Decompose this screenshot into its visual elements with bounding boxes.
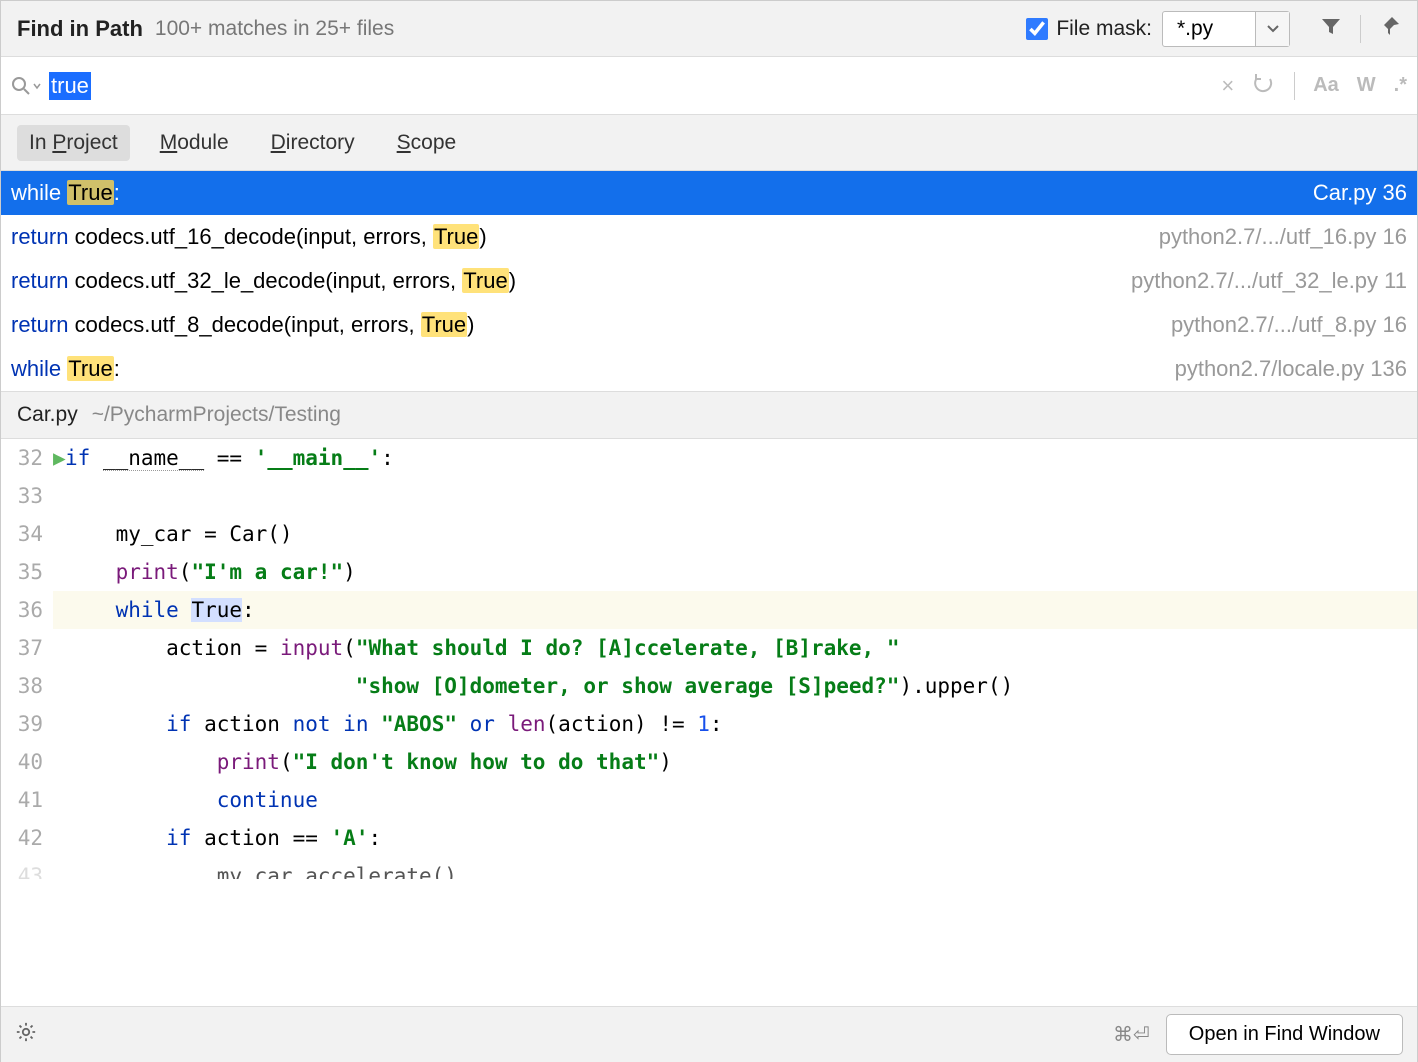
result-row[interactable]: while True:Car.py 36 (1, 171, 1417, 215)
code-line: 42 if action == 'A': (1, 819, 1417, 857)
results-list: while True:Car.py 36return codecs.utf_16… (1, 171, 1417, 391)
footer: ⌘⏎ Open in Find Window (1, 1006, 1417, 1062)
separator (1360, 15, 1361, 43)
code-line: 34 my_car = Car() (1, 515, 1417, 553)
file-mask-label: File mask: (1056, 17, 1152, 41)
gear-icon[interactable] (15, 1021, 37, 1049)
separator (1294, 72, 1295, 100)
match-case-toggle[interactable]: Aa (1313, 74, 1339, 97)
tab-directory[interactable]: Directory (259, 125, 367, 161)
dialog-title: Find in Path (17, 16, 143, 42)
words-toggle[interactable]: W (1357, 74, 1376, 97)
search-options: × Aa W .* (1221, 71, 1407, 101)
search-icon[interactable] (11, 76, 41, 96)
code-line: 32▶if __name__ == '__main__': (1, 439, 1417, 477)
code-line: 43 my_car.accelerate() (1, 857, 1417, 879)
code-line: 35 print("I'm a car!") (1, 553, 1417, 591)
preview-path: ~/PycharmProjects/Testing (92, 403, 341, 427)
code-line: 40 print("I don't know how to do that") (1, 743, 1417, 781)
search-input-wrap[interactable]: true (49, 72, 1221, 100)
scope-tabs: In Project Module Directory Scope (1, 115, 1417, 171)
filter-icon[interactable] (1320, 15, 1342, 43)
pin-icon[interactable] (1379, 15, 1401, 43)
code-line: 33 (1, 477, 1417, 515)
history-icon[interactable] (1252, 71, 1276, 101)
code-preview[interactable]: 32▶if __name__ == '__main__':3334 my_car… (1, 439, 1417, 879)
result-row[interactable]: return codecs.utf_8_decode(input, errors… (1, 303, 1417, 347)
code-line: 37 action = input("What should I do? [A]… (1, 629, 1417, 667)
code-line: 36 while True: (1, 591, 1417, 629)
regex-toggle[interactable]: .* (1394, 74, 1407, 97)
code-line: 39 if action not in "ABOS" or len(action… (1, 705, 1417, 743)
run-gutter-icon[interactable]: ▶ (53, 439, 66, 477)
tab-scope[interactable]: Scope (385, 125, 469, 161)
header-bar: Find in Path 100+ matches in 25+ files F… (1, 1, 1417, 57)
result-row[interactable]: return codecs.utf_16_decode(input, error… (1, 215, 1417, 259)
tab-in-project[interactable]: In Project (17, 125, 130, 161)
code-line: 38 "show [O]dometer, or show average [S]… (1, 667, 1417, 705)
chevron-down-icon[interactable] (1255, 12, 1289, 46)
result-row[interactable]: return codecs.utf_32_le_decode(input, er… (1, 259, 1417, 303)
code-line: 41 continue (1, 781, 1417, 819)
file-mask-select[interactable]: *.py (1162, 11, 1290, 47)
file-mask-value: *.py (1163, 17, 1255, 41)
open-in-find-window-button[interactable]: Open in Find Window (1166, 1014, 1403, 1055)
match-count: 100+ matches in 25+ files (155, 17, 1026, 41)
preview-header: Car.py ~/PycharmProjects/Testing (1, 391, 1417, 439)
shortcut-hint: ⌘⏎ (1113, 1022, 1150, 1047)
result-row[interactable]: while True:python2.7/locale.py 136 (1, 347, 1417, 391)
tab-module[interactable]: Module (148, 125, 241, 161)
file-mask-checkbox[interactable] (1026, 18, 1048, 40)
header-actions (1320, 15, 1401, 43)
clear-icon[interactable]: × (1221, 73, 1234, 99)
preview-filename: Car.py (17, 403, 78, 427)
search-input[interactable]: true (49, 72, 91, 100)
search-row: true × Aa W .* (1, 57, 1417, 115)
